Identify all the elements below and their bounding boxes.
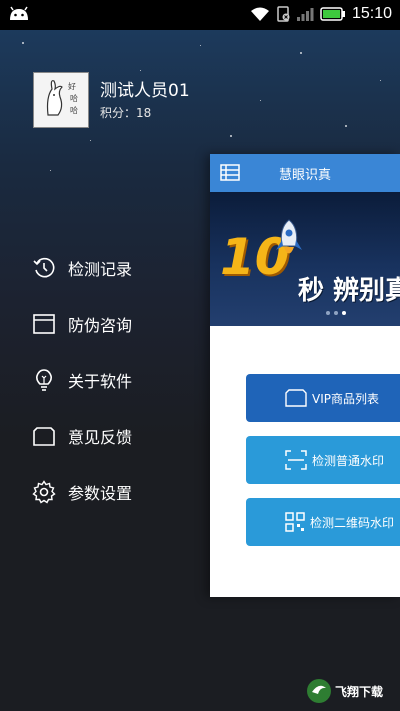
- wifi-icon: [250, 7, 269, 21]
- avatar-image: 好 哈 哈: [46, 80, 78, 116]
- detect-watermark-label: 检测普通水印: [312, 453, 385, 468]
- sim-off-icon: [277, 6, 290, 22]
- detect-qr-watermark-label: 检测二维码水印: [310, 515, 395, 530]
- list-icon[interactable]: [220, 164, 240, 185]
- svg-text:好: 好: [68, 81, 76, 91]
- svg-text:哈: 哈: [70, 93, 78, 103]
- battery-icon: [320, 7, 345, 21]
- menu-item-about[interactable]: 关于软件: [32, 352, 132, 408]
- points: 积分：18: [100, 105, 152, 120]
- menu-item-label: 防伪咨询: [68, 316, 133, 335]
- action-list: VIP商品列表 检测普通水印 检测二维码水印: [210, 326, 400, 546]
- avatar[interactable]: 好 哈 哈: [33, 72, 89, 128]
- android-icon: [10, 6, 28, 20]
- carousel-dot: [326, 311, 330, 315]
- folder-icon: [284, 388, 308, 408]
- menu-item-label: 参数设置: [68, 484, 133, 503]
- status-bar: 15:10: [0, 0, 400, 30]
- window-icon: [32, 312, 56, 336]
- user-profile[interactable]: 好 哈 哈 测试人员01 积分：18: [33, 72, 190, 128]
- qrcode-icon: [284, 511, 306, 533]
- rocket-icon: [276, 219, 302, 254]
- username: 测试人员01: [100, 80, 190, 101]
- site-logo-icon: [307, 679, 331, 703]
- carousel-dot: [334, 311, 338, 315]
- carousel-indicator: [326, 311, 346, 315]
- menu-item-history[interactable]: 检测记录: [32, 240, 132, 296]
- gear-icon: [32, 480, 56, 504]
- menu-item-label: 关于软件: [68, 372, 133, 391]
- main-screen: 慧眼识真 10 秒 辨别真 VIP商品列表 检测普通水印 检测二维码水印: [210, 154, 400, 597]
- vip-list-label: VIP商品列表: [312, 391, 379, 406]
- vip-list-button[interactable]: VIP商品列表: [246, 374, 400, 422]
- menu-item-settings[interactable]: 参数设置: [32, 464, 132, 520]
- history-icon: [32, 256, 56, 280]
- app-header: 慧眼识真: [210, 154, 400, 192]
- carousel-dot-active: [342, 311, 346, 315]
- bulb-icon: [32, 368, 56, 392]
- drawer-menu: 检测记录 防伪咨询 关于软件 意见反馈 参数设置: [32, 240, 132, 520]
- banner-text: 秒 辨别真: [298, 276, 400, 306]
- folder-icon: [32, 424, 56, 448]
- site-watermark-text: 飞翔下载: [335, 684, 384, 699]
- menu-item-label: 意见反馈: [68, 428, 133, 447]
- svg-text:哈: 哈: [70, 105, 78, 115]
- menu-item-consult[interactable]: 防伪咨询: [32, 296, 132, 352]
- promo-banner[interactable]: 10 秒 辨别真: [210, 192, 400, 326]
- menu-item-feedback[interactable]: 意见反馈: [32, 408, 132, 464]
- detect-watermark-button[interactable]: 检测普通水印: [246, 436, 400, 484]
- menu-item-label: 检测记录: [68, 260, 133, 279]
- clock: 15:10: [351, 5, 392, 22]
- page-title: 慧眼识真: [278, 167, 331, 183]
- site-watermark: 飞翔下载: [306, 678, 383, 704]
- scan-icon: [284, 449, 308, 471]
- detect-qr-watermark-button[interactable]: 检测二维码水印: [246, 498, 400, 546]
- signal-icon: [296, 8, 314, 21]
